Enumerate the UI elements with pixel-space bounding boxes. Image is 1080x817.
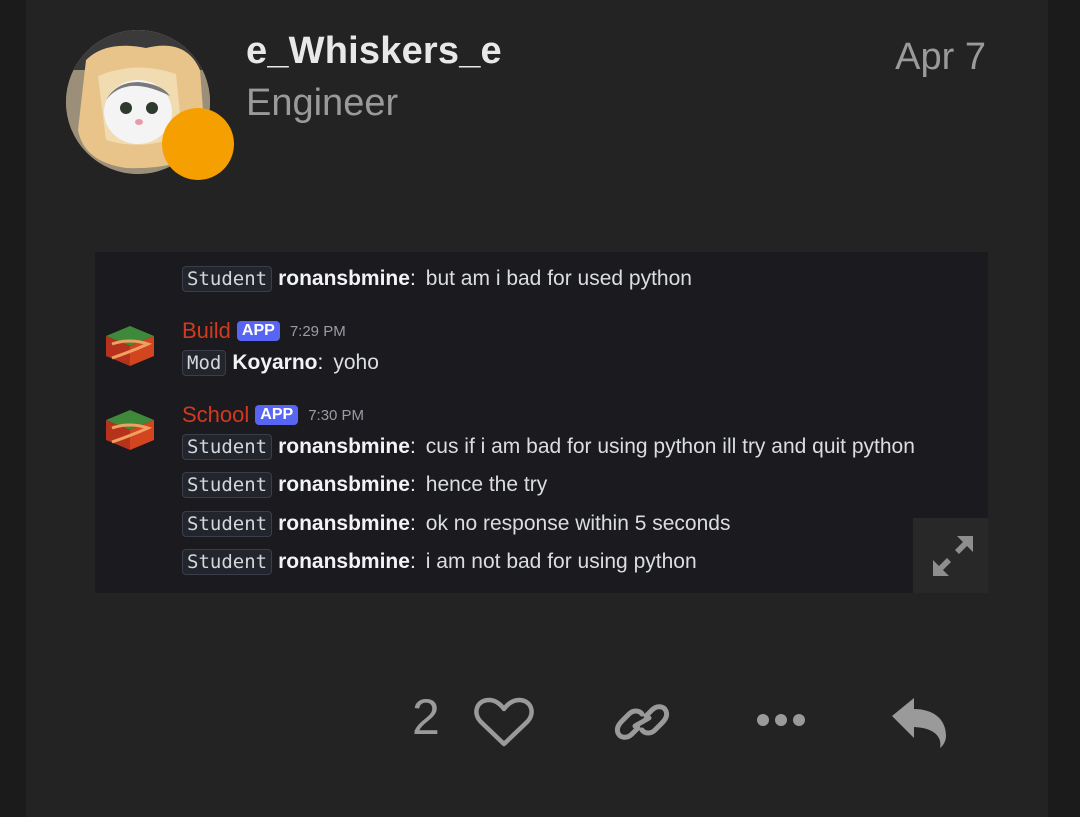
reply-icon[interactable] (890, 696, 948, 748)
chat-message-row: Student ronansbmine : but am i bad for u… (182, 263, 692, 295)
post-username[interactable]: e_Whiskers_e (246, 30, 502, 73)
nickname: ronansbmine (278, 267, 410, 290)
message-text: ok no response within 5 seconds (425, 512, 731, 535)
nickname: ronansbmine (278, 473, 410, 496)
post-actions: 2 (0, 688, 1080, 754)
heart-icon[interactable] (474, 696, 534, 748)
server-logo-icon (106, 410, 154, 450)
nickname: Koyarno (232, 351, 318, 374)
role-tag: Mod (182, 350, 227, 376)
app-badge: APP (255, 405, 299, 425)
nickname: ronansbmine (278, 550, 410, 573)
message-text: hence the try (425, 473, 548, 496)
separator: : (409, 435, 416, 458)
nickname: ronansbmine (278, 512, 410, 535)
bot-name: School (182, 402, 250, 427)
role-tag: Student (182, 549, 273, 575)
chat-message-row: Student ronansbmine : i am not bad for u… (182, 546, 697, 578)
chat-message-row: Student ronansbmine : hence the try (182, 469, 547, 501)
message-group-header: School APP 7:30 PM (182, 401, 364, 429)
message-text: but am i bad for used python (425, 267, 692, 290)
separator: : (409, 550, 416, 573)
message-text: yoho (333, 351, 379, 374)
message-group-header: Build APP 7:29 PM (182, 317, 346, 345)
message-text: i am not bad for using python (425, 550, 697, 573)
user-title: Engineer (246, 82, 399, 124)
server-logo-icon (106, 326, 154, 366)
role-tag: Student (182, 266, 273, 292)
expand-image-button[interactable] (913, 518, 988, 593)
status-indicator (162, 108, 234, 180)
role-tag: Student (182, 511, 273, 537)
message-time: 7:30 PM (308, 406, 365, 424)
separator: : (409, 512, 416, 535)
chat-screenshot-image[interactable]: Student ronansbmine : but am i bad for u… (95, 252, 988, 593)
bot-name: Build (182, 318, 231, 343)
separator: : (409, 267, 416, 290)
message-text: cus if i am bad for using python ill try… (425, 435, 915, 458)
expand-icon (933, 536, 973, 576)
chat-message-row: Student ronansbmine : ok no response wit… (182, 508, 730, 540)
chat-message-row: Mod Koyarno : yoho (182, 347, 379, 379)
more-icon[interactable] (756, 712, 806, 728)
message-time: 7:29 PM (289, 322, 346, 340)
post-date[interactable]: Apr 7 (895, 36, 986, 79)
link-icon[interactable] (614, 698, 670, 746)
nickname: ronansbmine (278, 435, 410, 458)
role-tag: Student (182, 472, 273, 498)
role-tag: Student (182, 434, 273, 460)
like-count[interactable]: 2 (412, 688, 440, 746)
chat-message-row: Student ronansbmine : cus if i am bad fo… (182, 431, 915, 463)
separator: : (409, 473, 416, 496)
separator: : (317, 351, 324, 374)
app-badge: APP (236, 321, 280, 341)
